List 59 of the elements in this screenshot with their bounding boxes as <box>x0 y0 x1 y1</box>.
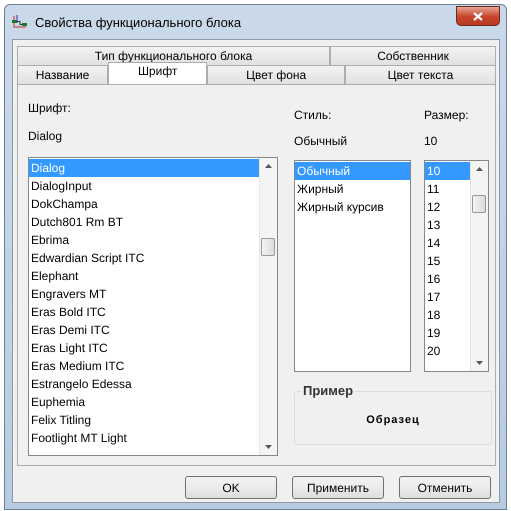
list-box[interactable]: Обычный Жирный Жирный курсив <box>294 160 411 372</box>
list-item[interactable]: 14 <box>425 234 470 252</box>
list-box[interactable]: 10 11 12 13 14 15 16 17 18 19 20 <box>424 160 489 372</box>
scroll-down-icon[interactable] <box>476 361 483 365</box>
list-item[interactable]: Estrangelo Edessa <box>29 375 259 393</box>
tab[interactable]: Название <box>17 65 108 84</box>
list-item[interactable]: DialogInput <box>29 177 259 195</box>
scrollbar[interactable] <box>470 161 488 371</box>
tab[interactable]: Шрифт <box>108 62 208 84</box>
list-item[interactable]: 12 <box>425 198 470 216</box>
tab[interactable]: Собственник <box>330 46 496 65</box>
scroll-up-icon[interactable] <box>265 164 272 168</box>
close-button[interactable] <box>456 6 500 26</box>
list-item[interactable]: Elephant <box>29 267 259 285</box>
list-item[interactable]: DokChampa <box>29 195 259 213</box>
window-title: Свойства функционального блока <box>35 14 242 30</box>
list-box[interactable] <box>28 157 278 456</box>
list-item[interactable]: Engravers MT <box>29 285 259 303</box>
list-item[interactable]: Felix Titling <box>29 411 259 429</box>
scroll-down-icon[interactable] <box>265 445 272 449</box>
preview-title: Пример <box>301 383 356 398</box>
size-label: Размер: <box>424 108 470 122</box>
scroll-up-icon[interactable] <box>476 167 483 171</box>
list-item[interactable]: 19 <box>425 324 470 342</box>
apply-button[interactable]: Применить <box>292 476 384 499</box>
tab[interactable]: Цвет текста <box>344 65 496 84</box>
font-label: Шрифт: <box>28 101 72 115</box>
list-item[interactable]: 16 <box>425 270 470 288</box>
list-item[interactable]: Edwardian Script ITC <box>29 249 259 267</box>
function-block-icon <box>11 14 29 30</box>
style-label: Стиль: <box>294 108 332 122</box>
style-value: Обычный <box>294 134 348 148</box>
list-item[interactable]: 17 <box>425 288 470 306</box>
tab[interactable]: Цвет фона <box>207 65 345 84</box>
list-item[interactable]: 15 <box>425 252 470 270</box>
cancel-button[interactable]: Отменить <box>399 476 491 499</box>
list-item[interactable]: 20 <box>425 342 470 360</box>
list-item[interactable]: Жирный курсив <box>295 198 410 216</box>
list-item[interactable]: Eras Bold ITC <box>29 303 259 321</box>
list-item[interactable]: Dutch801 Rm BT <box>29 213 259 231</box>
close-icon <box>473 12 483 20</box>
list-item[interactable]: Eras Medium ITC <box>29 357 259 375</box>
scrollbar-thumb[interactable] <box>261 238 275 256</box>
list-item[interactable]: 13 <box>425 216 470 234</box>
size-value: 10 <box>424 134 438 148</box>
list-item[interactable]: Eras Demi ITC <box>29 321 259 339</box>
scrollbar-thumb[interactable] <box>472 195 486 213</box>
ok-button[interactable]: OK <box>185 476 277 499</box>
list-item[interactable]: 11 <box>425 180 470 198</box>
list-item[interactable]: Ebrima <box>29 231 259 249</box>
preview-sample-text: Образец <box>365 414 421 426</box>
tab[interactable]: Тип функционального блока <box>17 46 330 65</box>
font-value: Dialog <box>28 129 64 143</box>
list-item[interactable]: Euphemia <box>29 393 259 411</box>
list-item[interactable]: Жирный <box>295 180 410 198</box>
list-item[interactable]: Footlight MT Light <box>29 429 259 447</box>
list-item[interactable]: 18 <box>425 306 470 324</box>
scrollbar[interactable] <box>259 158 277 455</box>
list-item[interactable]: Eras Light ITC <box>29 339 259 357</box>
